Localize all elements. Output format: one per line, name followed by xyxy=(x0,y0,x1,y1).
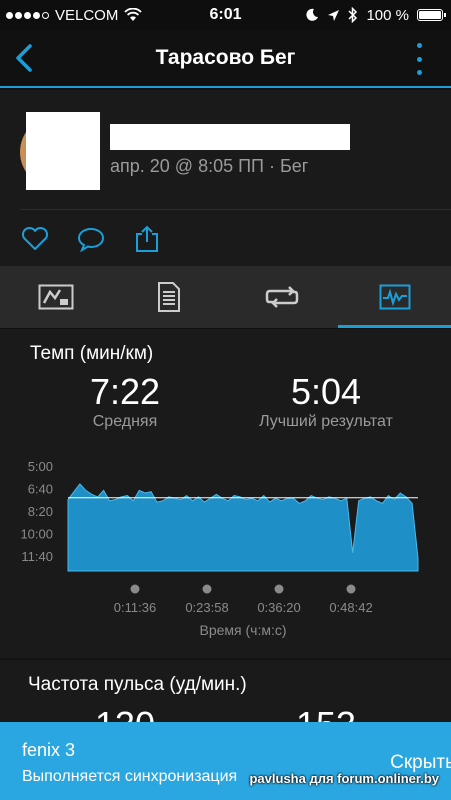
x-tick-label: 0:23:58 xyxy=(185,600,228,615)
signal-strength-icon xyxy=(6,11,49,19)
battery-icon xyxy=(417,9,446,21)
status-left: VELCOM xyxy=(0,6,143,24)
document-icon xyxy=(158,282,181,312)
activity-tabs xyxy=(0,266,451,328)
tab-details[interactable] xyxy=(113,266,226,328)
heart-rate-title: Частота пульса (уд/мин.) xyxy=(28,674,247,695)
pace-title: Темп (мин/км) xyxy=(30,343,154,364)
y-tick-label: 8:20 xyxy=(28,504,53,519)
pace-average-value: 7:22 xyxy=(89,371,161,412)
x-tick-label: 0:36:20 xyxy=(257,600,300,615)
x-tick-marker xyxy=(202,584,212,594)
status-bar: VELCOM 6:01 100 % xyxy=(0,0,451,30)
activity-info: апр. 20 @ 8:05 ПП · Бег xyxy=(0,90,451,210)
comment-icon[interactable] xyxy=(76,224,106,254)
status-right: 100 % xyxy=(305,0,446,30)
chevron-left-icon[interactable] xyxy=(10,40,40,76)
battery-percent: 100 % xyxy=(366,6,409,24)
x-tick-marker xyxy=(130,584,140,594)
pace-best-value: 5:04 xyxy=(290,371,362,412)
share-icon[interactable] xyxy=(132,224,162,254)
pace-card: Темп (мин/км) 7:22 Средняя 5:04 Лучший р… xyxy=(0,328,451,658)
user-name-redacted xyxy=(110,124,350,150)
moon-icon xyxy=(306,8,319,21)
tab-laps[interactable] xyxy=(226,266,339,328)
x-tick-marker xyxy=(274,584,284,594)
pace-average-label: Средняя xyxy=(92,413,158,430)
y-tick-label: 5:00 xyxy=(28,459,53,474)
heart-icon[interactable] xyxy=(20,224,50,254)
more-vertical-icon[interactable] xyxy=(415,43,423,75)
x-tick-marker xyxy=(346,584,356,594)
wifi-icon xyxy=(124,8,143,21)
carrier-label: VELCOM xyxy=(55,6,119,24)
sync-message: Выполняется синхронизация xyxy=(22,768,238,785)
nav-header: Тарасово Бег xyxy=(0,30,451,88)
location-arrow-icon xyxy=(328,9,340,21)
y-tick-label: 10:00 xyxy=(20,527,53,542)
avatar[interactable] xyxy=(20,112,100,192)
avatar-redacted xyxy=(26,112,100,190)
x-axis-label: Время (ч:м:с) xyxy=(199,622,286,638)
activity-meta: апр. 20 @ 8:05 ПП · Бег xyxy=(110,156,309,176)
chart-icon xyxy=(379,284,411,310)
x-tick-label: 0:48:42 xyxy=(329,600,372,615)
y-tick-label: 11:40 xyxy=(21,549,53,564)
repeat-icon xyxy=(265,286,299,308)
watermark: pavlusha для forum.onliner.by xyxy=(249,771,439,786)
tab-overview[interactable] xyxy=(0,266,113,328)
page-title: Тарасово Бег xyxy=(155,46,296,69)
social-actions xyxy=(0,210,451,266)
x-tick-label: 0:11:36 xyxy=(114,600,156,615)
y-tick-label: 6:40 xyxy=(28,482,53,497)
device-name: fenix 3 xyxy=(22,740,76,760)
map-icon xyxy=(38,284,74,310)
tab-charts[interactable] xyxy=(338,266,451,328)
pace-chart[interactable]: 5:00 6:40 8:20 10:00 11:40 0:11:36 0:23:58 0:36… xyxy=(0,453,451,643)
pace-area-series xyxy=(67,483,419,572)
sync-banner: fenix 3 Выполняется синхронизация Скрыть… xyxy=(0,722,451,800)
bluetooth-icon xyxy=(348,7,358,23)
pace-best-label: Лучший результат xyxy=(259,413,393,430)
